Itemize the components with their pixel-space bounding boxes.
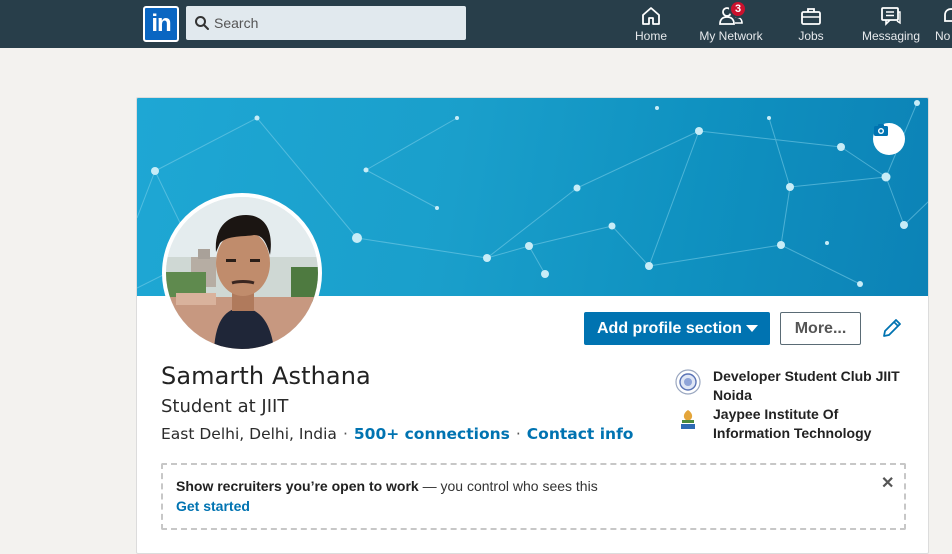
briefcase-icon <box>801 8 821 25</box>
get-started-link[interactable]: Get started <box>176 498 250 514</box>
search-box[interactable] <box>186 6 466 40</box>
chat-icon <box>881 7 901 26</box>
open-to-work-text: Show recruiters you’re open to work — yo… <box>176 478 598 494</box>
edit-banner-button[interactable] <box>873 123 905 155</box>
profile-photo[interactable] <box>162 193 322 353</box>
pencil-icon[interactable] <box>881 317 903 339</box>
separator-dot: · <box>515 425 521 443</box>
close-icon[interactable]: ✕ <box>881 473 894 493</box>
open-to-work-rest: — you control who sees this <box>418 478 598 494</box>
open-to-work-bold: Show recruiters you’re open to work <box>176 478 419 494</box>
nav-label-my-network: My Network <box>699 29 763 43</box>
nav-label-messaging: Messaging <box>861 29 921 43</box>
chevron-down-icon <box>746 325 758 332</box>
notification-badge: 3 <box>729 0 747 18</box>
organization-jiit[interactable]: Jaypee Institute Of Information Technolo… <box>675 405 915 443</box>
nav-label-jobs: Jobs <box>798 29 824 43</box>
open-to-work-banner: Show recruiters you’re open to work — yo… <box>161 463 906 530</box>
add-profile-section-label: Add profile section <box>597 320 742 337</box>
organization-jiit-name: Jaypee Institute Of Information Technolo… <box>713 406 872 441</box>
nav-messaging[interactable]: Messaging <box>858 0 924 48</box>
contact-info-link[interactable]: Contact info <box>527 425 634 443</box>
organization-dsc-name: Developer Student Club JIIT Noida <box>713 368 900 403</box>
separator-dot: · <box>342 425 348 443</box>
nav-label-notifications: No <box>935 29 951 43</box>
profile-name: Samarth Asthana <box>161 362 371 390</box>
nav-notifications[interactable]: No <box>933 0 952 48</box>
nav-my-network[interactable]: 3 My Network <box>696 0 766 48</box>
nav-home[interactable]: Home <box>626 0 676 48</box>
dsc-logo-icon <box>675 369 701 395</box>
bell-icon <box>944 8 952 22</box>
profile-photo-image <box>166 197 318 349</box>
more-button[interactable]: More... <box>780 312 861 345</box>
nav-label-home: Home <box>634 29 667 43</box>
camera-icon <box>874 124 888 136</box>
add-profile-section-button[interactable]: Add profile section <box>584 312 770 345</box>
search-input[interactable] <box>214 6 462 40</box>
connections-link[interactable]: 500+ connections <box>354 425 510 443</box>
profile-headline: Student at JIIT <box>161 396 289 417</box>
profile-location-line: East Delhi, Delhi, India · 500+ connection… <box>161 425 633 443</box>
jiit-logo-icon <box>676 408 700 432</box>
nav-jobs[interactable]: Jobs <box>786 0 836 48</box>
organization-dsc[interactable]: Developer Student Club JIIT Noida <box>675 367 915 405</box>
search-icon <box>195 16 209 30</box>
profile-card: Add profile section More... Samarth Asth… <box>136 97 929 554</box>
top-nav-bar: in Home 3 My Network Jobs <box>0 0 952 48</box>
profile-location: East Delhi, Delhi, India <box>161 425 337 443</box>
home-icon <box>642 7 660 25</box>
linkedin-logo-icon[interactable]: in <box>143 6 179 42</box>
